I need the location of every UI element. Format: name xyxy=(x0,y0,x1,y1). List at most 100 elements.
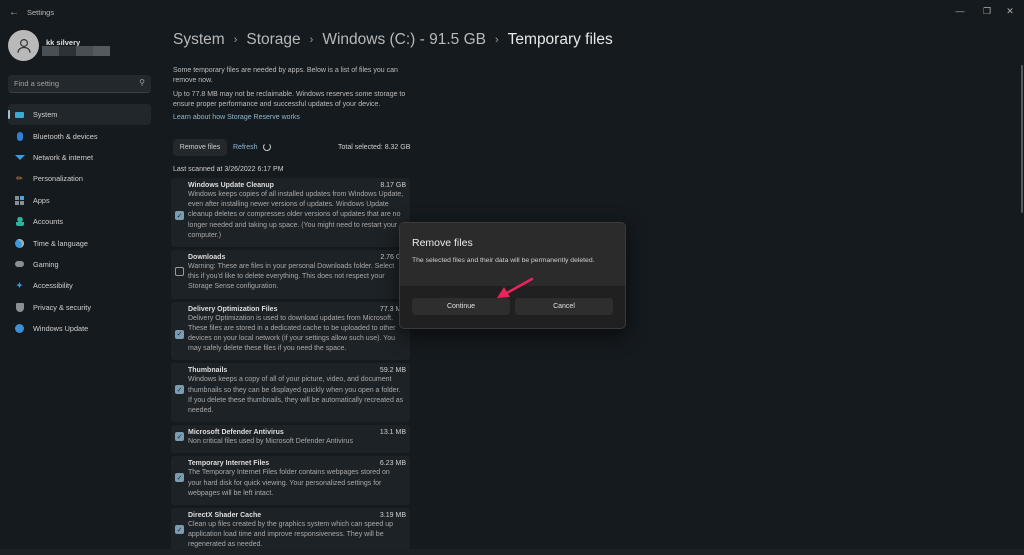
maximize-button[interactable]: ❐ xyxy=(977,4,997,18)
file-description: Windows keeps copies of all installed up… xyxy=(188,191,404,239)
cancel-button[interactable]: Cancel xyxy=(515,298,613,315)
refresh-label: Refresh xyxy=(233,143,258,151)
file-category-name: DirectX Shader Cache xyxy=(188,512,262,520)
sidebar-item-gaming[interactable]: Gaming xyxy=(8,254,151,275)
file-category-name: Temporary Internet Files xyxy=(188,460,270,468)
sidebar-item-bluetooth[interactable]: Bluetooth & devices xyxy=(8,125,151,146)
list-item: ✓ Windows Update Cleanup 8.17 GB Windows… xyxy=(171,178,410,248)
list-item: ✓ DirectX Shader Cache 3.19 MB Clean up … xyxy=(171,508,410,555)
apps-icon xyxy=(15,195,24,205)
brush-icon: ✏ xyxy=(16,174,23,184)
chevron-right-icon: › xyxy=(494,34,499,46)
accessibility-icon: ✦ xyxy=(16,281,23,291)
remove-files-dialog: Remove files The selected files and thei… xyxy=(399,222,626,329)
sidebar-item-system[interactable]: System xyxy=(8,104,151,126)
sidebar-item-time-language[interactable]: Time & language xyxy=(8,232,151,253)
sidebar-item-windows-update[interactable]: Windows Update xyxy=(8,318,151,339)
file-description: The Temporary Internet Files folder cont… xyxy=(188,469,390,497)
minimize-button[interactable]: — xyxy=(950,4,970,18)
checkbox-checked[interactable]: ✓ xyxy=(175,525,184,535)
sidebar-item-accessibility[interactable]: ✦ Accessibility xyxy=(8,275,151,296)
sidebar-item-network[interactable]: Network & internet xyxy=(8,147,151,168)
sidebar-item-label: Time & language xyxy=(33,238,88,248)
checkbox-checked[interactable]: ✓ xyxy=(175,329,184,339)
list-item: ✓ Microsoft Defender Antivirus 13.1 MB N… xyxy=(171,425,410,454)
file-size: 3.19 MB xyxy=(379,512,406,520)
refresh-button[interactable]: Refresh xyxy=(233,143,271,151)
search-icon[interactable]: ⚲ xyxy=(139,78,145,87)
sidebar-item-label: Accessibility xyxy=(33,281,73,291)
sidebar-item-privacy[interactable]: Privacy & security xyxy=(8,297,151,318)
remove-files-button[interactable]: Remove files xyxy=(173,139,227,156)
checkbox-checked[interactable]: ✓ xyxy=(175,473,184,483)
intro-text: Some temporary files are needed by apps.… xyxy=(173,67,398,84)
back-arrow-icon[interactable]: ← xyxy=(9,7,19,18)
file-description: Clean up files created by the graphics s… xyxy=(188,521,394,549)
checkbox-checked[interactable]: ✓ xyxy=(175,432,184,442)
reserve-note: Up to 77.8 MB may not be reclaimable. Wi… xyxy=(173,91,406,108)
chevron-right-icon: › xyxy=(233,34,238,46)
sidebar-item-label: Personalization xyxy=(33,174,83,184)
sidebar-item-label: Privacy & security xyxy=(33,302,91,312)
close-button[interactable]: ✕ xyxy=(1000,4,1020,18)
system-icon xyxy=(15,110,24,119)
file-size: 8.17 GB xyxy=(380,182,406,189)
avatar xyxy=(8,30,39,61)
sidebar-nav: System Bluetooth & devices Network & int… xyxy=(8,104,151,339)
file-description: Non critical files used by Microsoft Def… xyxy=(188,438,353,446)
dialog-footer: Continue Cancel xyxy=(400,286,625,328)
total-selected: Total selected: 8.32 GB xyxy=(338,144,411,151)
breadcrumb-system[interactable]: System xyxy=(173,31,225,49)
file-category-name: Microsoft Defender Antivirus xyxy=(188,429,284,437)
search-input[interactable] xyxy=(14,79,129,88)
redacted-email xyxy=(42,46,112,56)
checkbox-unchecked[interactable] xyxy=(175,267,184,277)
list-item: ✓ Thumbnails 59.2 MB Windows keeps a cop… xyxy=(171,363,410,423)
breadcrumb-storage[interactable]: Storage xyxy=(246,31,300,49)
list-item: ✓ Delivery Optimization Files 77.3 MB De… xyxy=(171,301,410,361)
file-category-name: Downloads xyxy=(188,254,226,262)
taskbar-edge xyxy=(0,549,1024,555)
sidebar-item-apps[interactable]: Apps xyxy=(8,190,151,211)
wifi-icon xyxy=(14,153,25,162)
gamepad-icon xyxy=(15,260,24,269)
checkbox-checked[interactable]: ✓ xyxy=(175,385,184,395)
title-bar: ← Settings — ❐ ✕ xyxy=(0,0,1024,26)
sidebar-item-label: Gaming xyxy=(33,259,59,269)
sidebar-item-label: Bluetooth & devices xyxy=(33,131,98,141)
refresh-icon xyxy=(262,143,271,151)
storage-reserve-link[interactable]: Learn about how Storage Reserve works xyxy=(173,114,300,121)
accounts-icon xyxy=(15,217,24,227)
person-icon xyxy=(16,38,31,53)
breadcrumb-drive[interactable]: Windows (C:) - 91.5 GB xyxy=(322,31,486,49)
page-title: Temporary files xyxy=(507,31,613,48)
sidebar-item-label: System xyxy=(33,110,58,120)
chevron-right-icon: › xyxy=(309,34,314,46)
dialog-body: Remove files The selected files and thei… xyxy=(400,223,625,286)
file-category-name: Thumbnails xyxy=(188,367,228,375)
bluetooth-icon xyxy=(15,131,24,141)
sidebar-item-label: Network & internet xyxy=(33,152,94,162)
file-size: 6.23 MB xyxy=(379,460,406,468)
sidebar-item-label: Accounts xyxy=(33,217,64,227)
sidebar-item-label: Apps xyxy=(33,195,50,205)
file-size: 13.1 MB xyxy=(379,429,406,437)
scrollbar[interactable] xyxy=(1021,65,1023,213)
sidebar-item-label: Windows Update xyxy=(33,324,89,334)
continue-button[interactable]: Continue xyxy=(412,298,510,315)
sidebar-item-accounts[interactable]: Accounts xyxy=(8,211,151,232)
search-box[interactable]: ⚲ xyxy=(8,75,151,93)
temp-files-list: ✓ Windows Update Cleanup 8.17 GB Windows… xyxy=(171,178,410,555)
checkbox-checked[interactable]: ✓ xyxy=(175,211,184,220)
file-size: 59.2 MB xyxy=(379,367,406,375)
file-description: Delivery Optimization is used to downloa… xyxy=(188,314,396,353)
globe-clock-icon xyxy=(15,238,24,248)
window-title: Settings xyxy=(27,8,55,17)
last-scanned: Last scanned at 3/26/2022 6:17 PM xyxy=(173,166,284,173)
file-description: Windows keeps a copy of all of your pict… xyxy=(188,376,404,415)
sidebar-item-personalization[interactable]: ✏ Personalization xyxy=(8,168,151,189)
dialog-message: The selected files and their data will b… xyxy=(412,257,595,264)
list-item: ✓ Temporary Internet Files 6.23 MB The T… xyxy=(171,456,410,506)
list-item: Downloads 2.76 GB Warning: These are fil… xyxy=(171,250,410,299)
dialog-title: Remove files xyxy=(412,237,473,249)
